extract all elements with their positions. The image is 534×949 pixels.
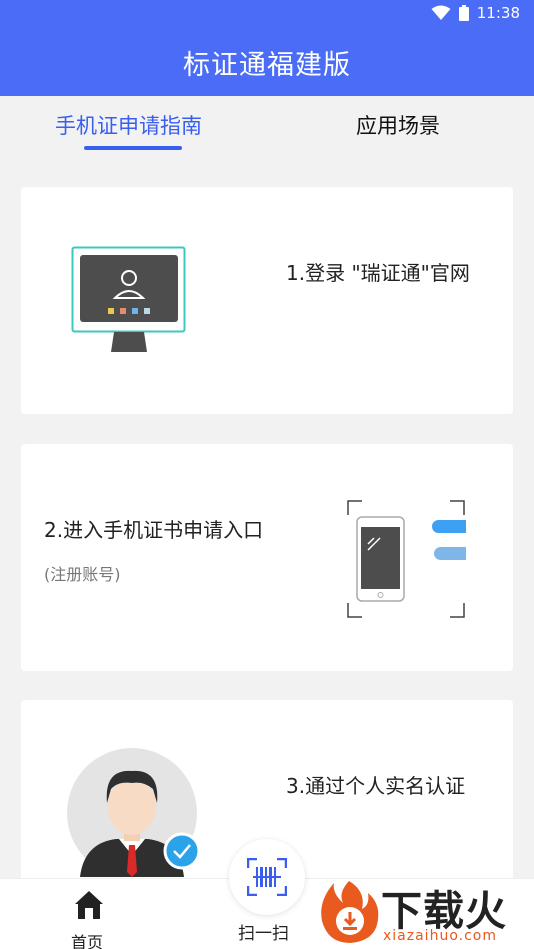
tab-application-guide[interactable]: 手机证申请指南 bbox=[55, 110, 202, 140]
step-2-subtitle: (注册账号) bbox=[44, 565, 121, 584]
nav-home[interactable]: 首页 bbox=[60, 887, 120, 949]
scan-button[interactable] bbox=[229, 839, 305, 915]
tab-active-indicator bbox=[84, 146, 182, 150]
status-icons: 11:38 bbox=[431, 4, 520, 22]
watermark-url: xiazaihuo.com bbox=[383, 928, 497, 944]
barcode-scan-icon bbox=[247, 858, 287, 896]
step-card-enter-entry: 2.进入手机证书申请入口 (注册账号) bbox=[21, 444, 513, 671]
tab-application-scenarios[interactable]: 应用场景 bbox=[356, 110, 440, 140]
step-card-login: 1.登录 "瑞证通"官网 bbox=[21, 187, 513, 414]
computer-monitor-illustration bbox=[71, 246, 186, 352]
verified-check-icon bbox=[163, 832, 201, 870]
phone-messages-illustration bbox=[347, 500, 466, 618]
step-1-title: 1.登录 "瑞证通"官网 bbox=[286, 261, 470, 285]
step-3-title: 3.通过个人实名认证 bbox=[286, 774, 466, 798]
page-title: 标证通福建版 bbox=[183, 49, 351, 81]
battery-icon bbox=[458, 5, 469, 21]
wifi-icon bbox=[431, 5, 451, 20]
status-bar: 11:38 bbox=[0, 0, 534, 28]
flame-logo-icon bbox=[321, 881, 379, 943]
nav-home-label: 首页 bbox=[71, 933, 104, 949]
step-2-title: 2.进入手机证书申请入口 bbox=[44, 518, 264, 542]
avatar-illustration bbox=[67, 748, 201, 877]
watermark: 下载火 xiazaihuo.com bbox=[312, 877, 534, 949]
status-time: 11:38 bbox=[476, 4, 520, 22]
nav-scan-label[interactable]: 扫一扫 bbox=[238, 919, 289, 944]
home-icon bbox=[75, 891, 103, 919]
tab-bar: 手机证申请指南 应用场景 bbox=[0, 96, 534, 158]
app-bar: 标证通福建版 bbox=[0, 28, 534, 96]
